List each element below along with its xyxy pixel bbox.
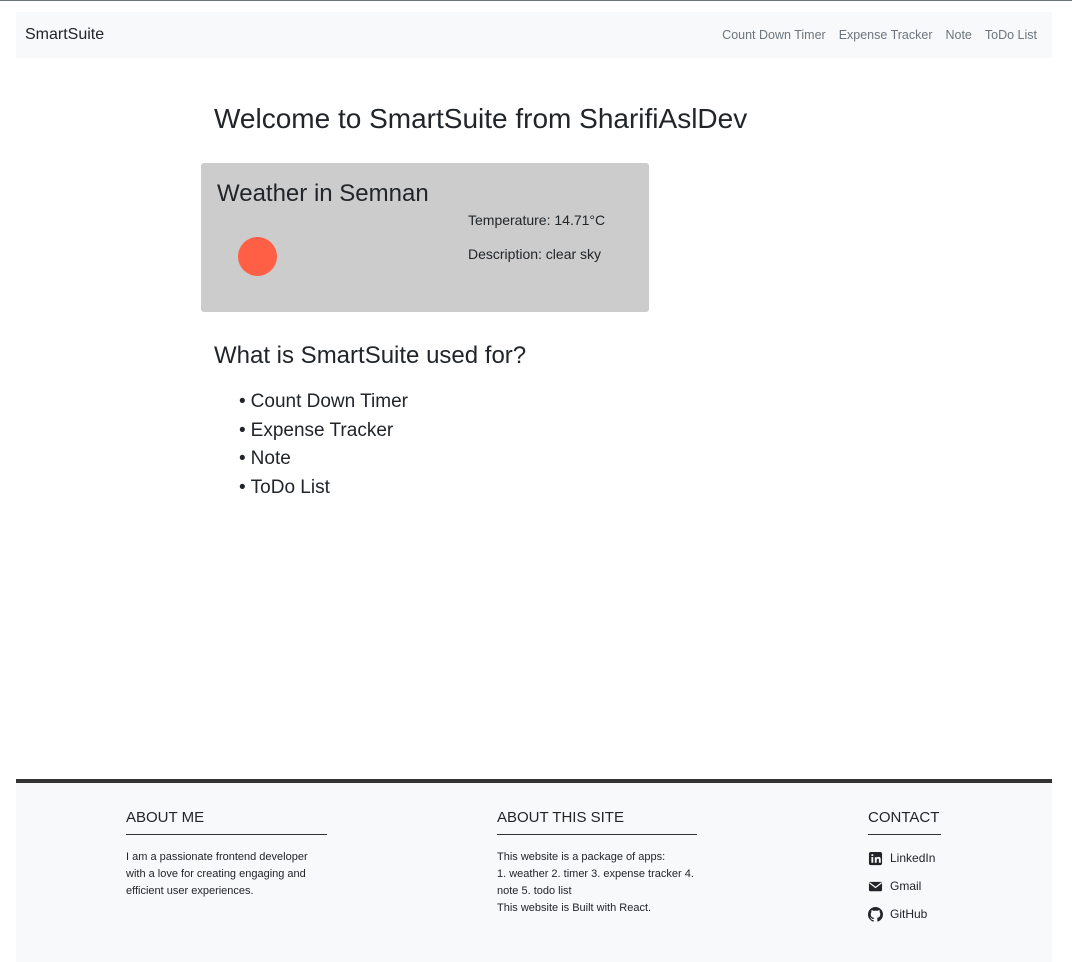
brand-link[interactable]: SmartSuite [25, 26, 104, 44]
contact-label-gmail: Gmail [890, 879, 922, 893]
about-site-line-2: 1. weather 2. timer 3. expense tracker 4… [497, 868, 694, 897]
footer-about-site: ABOUT THIS SITE This website is a packag… [497, 809, 697, 917]
mail-icon [868, 881, 883, 891]
list-item: ToDo List [239, 474, 408, 503]
about-site-line-3: This website is Built with React. [497, 902, 652, 914]
contact-heading: CONTACT [868, 809, 941, 835]
list-item: Note [239, 445, 408, 474]
sun-icon [238, 237, 277, 276]
weather-card: Weather in Semnan Temperature: 14.71°C D… [201, 163, 649, 312]
nav-link-expense-tracker[interactable]: Expense Tracker [839, 28, 933, 43]
page-title: Welcome to SmartSuite from SharifiAslDev [214, 103, 748, 134]
top-divider [0, 0, 1072, 1]
list-item: Count Down Timer [239, 388, 408, 417]
nav-link-note[interactable]: Note [945, 28, 971, 43]
footer-contact: CONTACT LinkedIn Gmail GitHub [868, 809, 941, 928]
weather-info: Temperature: 14.71°C Description: clear … [468, 212, 605, 280]
nav-link-todo-list[interactable]: ToDo List [985, 28, 1037, 43]
weather-temperature: Temperature: 14.71°C [468, 212, 606, 228]
linkedin-icon [868, 851, 883, 865]
contact-link-linkedin[interactable]: LinkedIn [868, 844, 941, 872]
list-item: Expense Tracker [239, 417, 408, 446]
about-site-line-1: This website is a package of apps: [497, 851, 666, 863]
contact-link-gmail[interactable]: Gmail [868, 872, 941, 900]
github-icon [868, 906, 883, 922]
footer-about-me: ABOUT ME I am a passionate frontend deve… [126, 809, 327, 900]
contact-link-github[interactable]: GitHub [868, 900, 941, 928]
nav-link-count-down-timer[interactable]: Count Down Timer [722, 28, 826, 43]
about-me-text: I am a passionate frontend developer wit… [126, 851, 308, 897]
usage-title: What is SmartSuite used for? [214, 342, 527, 369]
weather-description: Description: clear sky [468, 246, 602, 262]
nav-links: Count Down Timer Expense Tracker Note To… [709, 28, 1037, 43]
weather-title: Weather in Semnan [217, 180, 429, 207]
about-me-heading: ABOUT ME [126, 809, 327, 835]
contact-label-github: GitHub [890, 907, 928, 921]
contact-list: LinkedIn Gmail GitHub [868, 844, 941, 928]
about-site-heading: ABOUT THIS SITE [497, 809, 697, 835]
footer: ABOUT ME I am a passionate frontend deve… [16, 783, 1052, 962]
contact-label-linkedin: LinkedIn [890, 851, 936, 865]
navbar: SmartSuite Count Down Timer Expense Trac… [16, 12, 1052, 58]
usage-list: Count Down Timer Expense Tracker Note To… [239, 388, 408, 503]
